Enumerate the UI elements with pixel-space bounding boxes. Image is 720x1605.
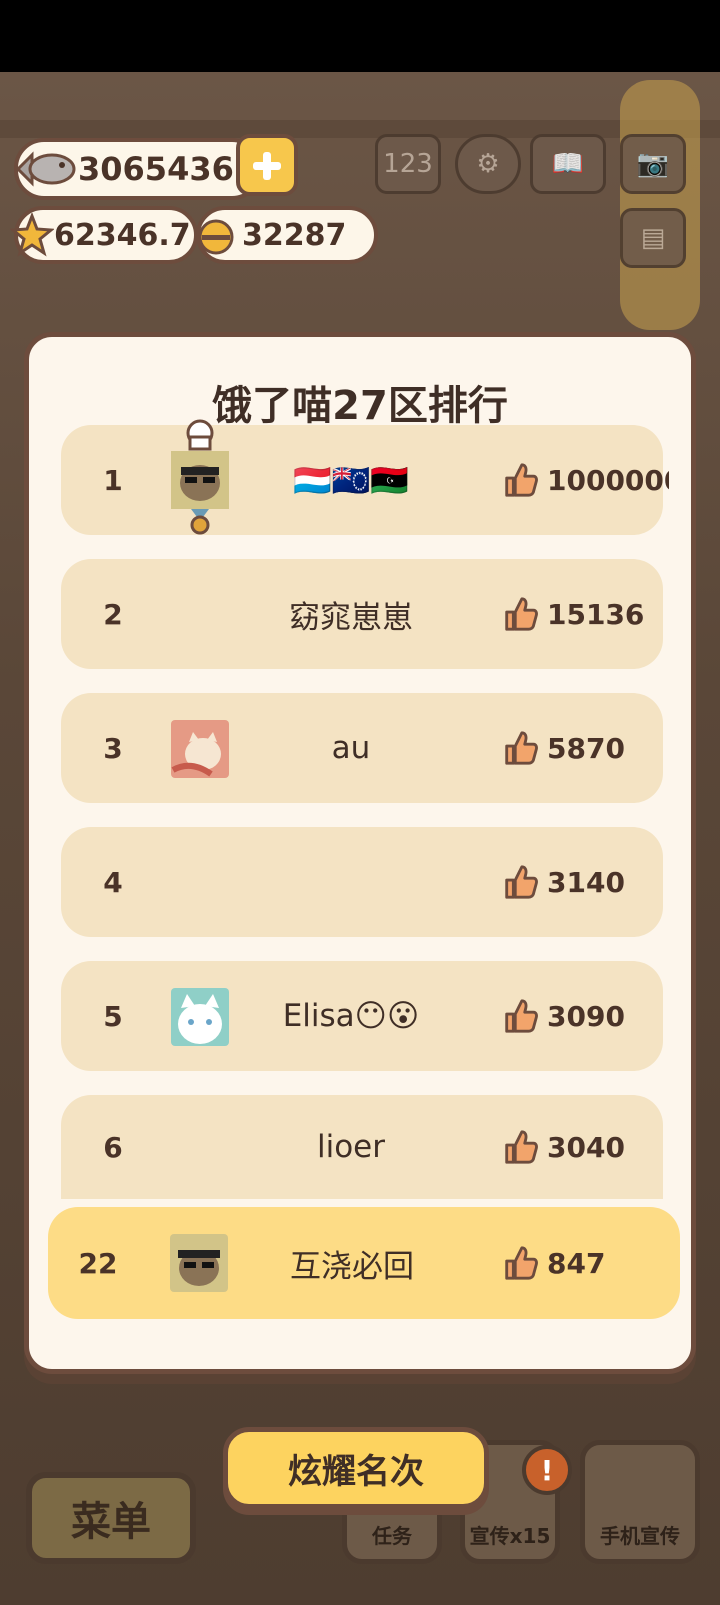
- likes-count: 5870: [501, 693, 625, 803]
- star-amount: 62346.7: [54, 217, 191, 253]
- promote-label: 宣传x15: [469, 1524, 551, 1548]
- rank-number: 4: [103, 865, 123, 899]
- phone-promote-button[interactable]: 手机宣传: [580, 1440, 700, 1564]
- rank-row-3[interactable]: 3 au 5870: [61, 693, 663, 803]
- rank-number: 2: [103, 597, 123, 631]
- likes-count: 10000001: [501, 425, 669, 535]
- thumbs-up-icon: [505, 597, 538, 631]
- player-name: 窈窕崽崽: [289, 599, 413, 636]
- fish-amount: 3065436: [78, 150, 234, 188]
- fish-icon: [15, 151, 76, 187]
- background-beam: [0, 120, 720, 138]
- bell-currency-pill: 32287: [196, 206, 378, 264]
- likes-value: 3140: [547, 865, 625, 899]
- task-label: 任务: [372, 1524, 412, 1548]
- menu-button[interactable]: 菜单: [26, 1472, 196, 1564]
- book-icon[interactable]: 📖: [530, 134, 606, 194]
- player-name: au: [331, 730, 371, 766]
- camera-icon[interactable]: 📷: [620, 134, 686, 194]
- my-rank-number: 22: [78, 1246, 118, 1280]
- rank-number: 3: [103, 731, 123, 765]
- rank-number: 6: [103, 1130, 123, 1164]
- likes-value: 10000001: [547, 463, 669, 497]
- player-name: [221, 827, 481, 937]
- bell-amount: 32287: [242, 217, 347, 253]
- rank-number: 5: [103, 999, 123, 1033]
- likes-value: 3040: [547, 1130, 625, 1164]
- star-currency-pill: 62346.7: [10, 206, 198, 264]
- likes-count: 3040: [501, 1095, 625, 1199]
- player-name: lioer: [316, 1129, 385, 1165]
- my-cat-avatar: [170, 1234, 228, 1292]
- thumbs-up-icon: [505, 731, 538, 765]
- leaderboard-icon[interactable]: 123: [375, 134, 441, 194]
- player-name: 🇱🇺🇨🇰🇱🇾: [293, 462, 409, 499]
- ranking-panel: 饿了喵27区排行 1 🇱🇺🇨🇰🇱🇾 10000001 2 窈窕崽崽 15136: [24, 332, 696, 1374]
- bell-icon: [198, 219, 234, 255]
- player-name: Elisa😶😮: [282, 998, 420, 1034]
- star-icon: [10, 213, 54, 257]
- show-rank-button[interactable]: 炫耀名次: [223, 1427, 489, 1509]
- rank-row-5[interactable]: 5 Elisa😶😮 3090: [61, 961, 663, 1071]
- add-fish-button[interactable]: [236, 134, 298, 196]
- thumbs-up-icon: [505, 1246, 538, 1280]
- likes-value: 3090: [547, 999, 625, 1033]
- rank-row-4[interactable]: 4 3140: [61, 827, 663, 937]
- thumbs-up-icon: [505, 1130, 538, 1164]
- likes-value: 5870: [547, 731, 625, 765]
- rank-number: 1: [103, 463, 123, 497]
- my-likes-value: 847: [547, 1246, 606, 1280]
- likes-count: 3090: [501, 961, 625, 1071]
- alert-badge-icon: !: [522, 1445, 572, 1495]
- thumbs-up-icon: [505, 999, 538, 1033]
- ranking-title: 饿了喵27区排行: [212, 383, 508, 429]
- fish-currency-pill: 3065436: [14, 138, 262, 200]
- phone-promote-label: 手机宣传: [600, 1524, 680, 1548]
- likes-count: 3140: [501, 827, 625, 937]
- rank-row-2[interactable]: 2 窈窕崽崽 15136: [61, 559, 663, 669]
- my-name: 互浇必回: [290, 1248, 414, 1285]
- settings-gear-icon[interactable]: ⚙: [455, 134, 521, 194]
- my-rank-row[interactable]: 22 互浇必回 847: [48, 1207, 680, 1319]
- thumbs-up-icon: [505, 865, 538, 899]
- status-bar: [0, 0, 720, 72]
- likes-value: 15136: [547, 597, 645, 631]
- rank-row-6[interactable]: 6 lioer 3040: [61, 1095, 663, 1199]
- likes-count: 15136: [501, 559, 644, 669]
- my-likes-count: 847: [501, 1207, 605, 1319]
- card-icon[interactable]: ▤: [620, 208, 686, 268]
- background-lamp: [620, 80, 700, 330]
- thumbs-up-icon: [505, 463, 538, 497]
- rank-row-1[interactable]: 1 🇱🇺🇨🇰🇱🇾 10000001: [61, 419, 669, 535]
